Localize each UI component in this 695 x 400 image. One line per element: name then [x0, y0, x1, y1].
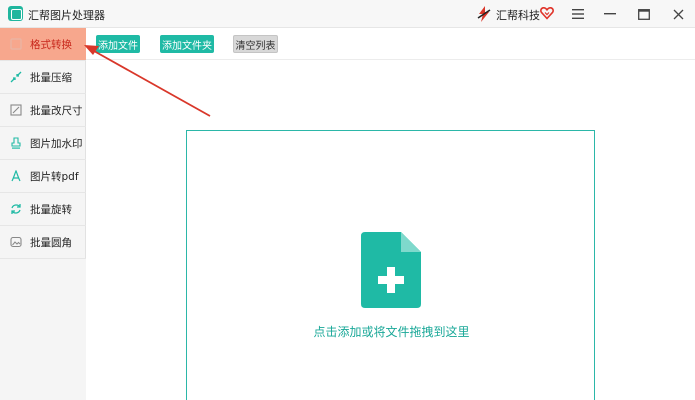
watermark-icon: [9, 136, 23, 150]
pdf-icon: [9, 169, 23, 183]
resize-icon: [9, 103, 23, 117]
heart-icon[interactable]: [540, 6, 554, 20]
brand-logo-icon: [477, 6, 491, 22]
sidebar-item-compress[interactable]: 批量压缩: [0, 61, 86, 94]
drop-zone[interactable]: 点击添加或将文件拖拽到这里: [186, 130, 595, 400]
sidebar-item-label: 图片转pdf: [30, 170, 79, 183]
title-bar: 汇帮图片处理器 汇帮科技: [0, 0, 695, 28]
add-file-button[interactable]: 添加文件: [96, 35, 140, 53]
sidebar-item-label: 批量旋转: [30, 203, 72, 216]
rotate-icon: [9, 202, 23, 216]
sidebar-item-rotate[interactable]: 批量旋转: [0, 193, 86, 226]
sidebar-item-label: 批量圆角: [30, 236, 72, 249]
close-icon: [673, 9, 683, 19]
format-convert-icon: [9, 37, 23, 51]
app-title: 汇帮图片处理器: [28, 9, 105, 22]
sidebar-item-label: 批量改尺寸: [30, 104, 83, 117]
sidebar-empty-area: [0, 259, 86, 400]
menu-button[interactable]: [566, 4, 590, 24]
app-icon: [8, 6, 23, 21]
brand-name: 汇帮科技: [496, 9, 540, 22]
minimize-button[interactable]: [598, 4, 622, 24]
sidebar-item-watermark[interactable]: 图片加水印: [0, 127, 86, 160]
sidebar-item-label: 批量压缩: [30, 71, 72, 84]
add-file-icon: [361, 232, 421, 308]
sidebar: 格式转换 批量压缩 批量改尺寸 图片加水印 图片转pdf 批量旋转 批量圆角: [0, 28, 86, 400]
compress-icon: [9, 70, 23, 84]
sidebar-item-format-convert[interactable]: 格式转换: [0, 28, 86, 61]
minimize-icon: [604, 13, 616, 15]
drop-zone-text: 点击添加或将文件拖拽到这里: [313, 325, 470, 339]
sidebar-item-label: 图片加水印: [30, 137, 83, 150]
maximize-icon: [638, 8, 650, 20]
hamburger-icon: [572, 9, 584, 19]
clear-list-button[interactable]: 清空列表: [233, 35, 278, 53]
sidebar-item-label: 格式转换: [30, 38, 72, 51]
maximize-button[interactable]: [632, 4, 656, 24]
add-folder-button[interactable]: 添加文件夹: [160, 35, 214, 53]
close-button[interactable]: [666, 4, 690, 24]
sidebar-item-pdf[interactable]: 图片转pdf: [0, 160, 86, 193]
sidebar-item-rounded-corner[interactable]: 批量圆角: [0, 226, 86, 259]
sidebar-item-resize[interactable]: 批量改尺寸: [0, 94, 86, 127]
rounded-corner-icon: [9, 235, 23, 249]
toolbar: 添加文件 添加文件夹 清空列表: [86, 28, 695, 60]
